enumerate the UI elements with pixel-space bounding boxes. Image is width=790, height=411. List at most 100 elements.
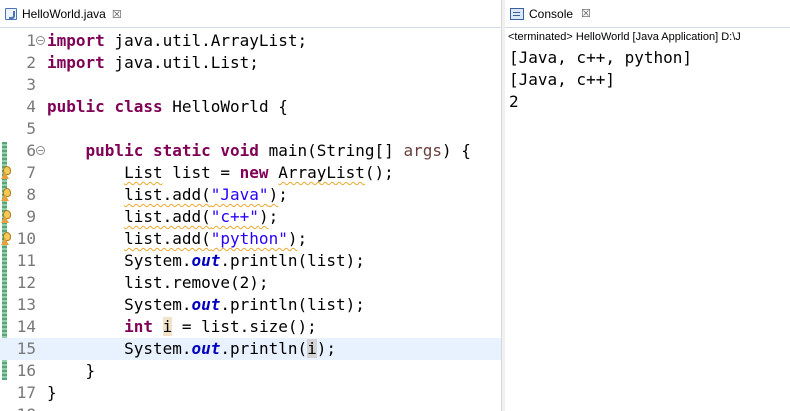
code-token: "Java"	[210, 185, 269, 204]
code-text: import java.util.List;	[47, 52, 259, 74]
console-status: <terminated> HelloWorld [Java Applicatio…	[508, 31, 741, 43]
console-pane: Console ☒ <terminated> HelloWorld [Java …	[505, 0, 790, 411]
code-line[interactable]: 14 int i = list.size();	[0, 316, 501, 338]
line-number: 11	[16, 251, 36, 270]
code-text: list.remove(2);	[47, 272, 269, 294]
console-output-line: [Java, c++]	[509, 70, 615, 89]
code-line[interactable]: 17}	[0, 382, 501, 404]
code-text: System.out.println(list);	[47, 250, 365, 272]
close-console-icon[interactable]: ☒	[581, 7, 591, 20]
tab-console[interactable]: Console ☒	[505, 0, 790, 28]
console-output-line: [Java, c++, python]	[509, 48, 693, 67]
code-token: i	[162, 317, 173, 336]
code-text: import java.util.ArrayList;	[47, 30, 307, 52]
code-token: ;	[268, 207, 279, 226]
code-token: }	[47, 361, 96, 380]
code-line[interactable]: 6− public static void main(String[] args…	[0, 140, 501, 162]
code-text: System.out.println(i);	[47, 338, 336, 360]
fold-toggle-icon[interactable]: −	[36, 36, 45, 45]
code-token: "c++"	[210, 207, 259, 226]
console-tab-title: Console	[529, 6, 574, 21]
code-token: }	[47, 383, 57, 402]
code-line[interactable]: 4 public class HelloWorld {	[0, 96, 501, 118]
code-line[interactable]: 7 List list = new ArrayList();	[0, 162, 501, 184]
code-line[interactable]: 11 System.out.println(list);	[0, 250, 501, 272]
code-token: void	[220, 141, 259, 160]
code-token: class	[114, 97, 163, 116]
code-token: java.util.ArrayList;	[104, 31, 308, 50]
code-token: ;	[297, 229, 308, 248]
code-text: list.add("Java");	[47, 184, 288, 206]
line-number: 3	[26, 75, 36, 94]
line-number: 17	[16, 383, 36, 402]
code-line[interactable]: 12 list.remove(2);	[0, 272, 501, 294]
code-line[interactable]: 8 list.add("Java");	[0, 184, 501, 206]
code-token: ) {	[441, 141, 471, 160]
code-text: public class HelloWorld {	[47, 96, 288, 118]
code-text: list.add("c++");	[47, 206, 278, 228]
tab-title: HelloWorld.java	[22, 7, 106, 21]
code-line[interactable]: 9 list.add("c++");	[0, 206, 501, 228]
code-token: out	[191, 339, 221, 358]
fold-toggle-icon[interactable]: −	[36, 146, 45, 155]
code-line[interactable]: 10 list.add("python");	[0, 228, 501, 250]
code-token: "python"	[210, 229, 288, 248]
tab-helloworld-java[interactable]: HelloWorld.java ☒	[0, 0, 128, 28]
code-token: HelloWorld {	[162, 97, 288, 116]
code-line[interactable]: 1− import java.util.ArrayList;	[0, 30, 501, 52]
code-token: java.util.List;	[104, 53, 259, 72]
code-token: int	[124, 317, 153, 336]
code-token: System.	[47, 339, 192, 358]
code-token: ();	[364, 163, 394, 182]
code-token: .println(list);	[220, 295, 365, 314]
code-token: ArrayList	[278, 163, 365, 182]
console-output[interactable]: [Java, c++, python] [Java, c++] 2	[509, 47, 692, 113]
line-number: 7	[26, 163, 36, 182]
line-number: 1	[26, 31, 36, 50]
code-token: )	[258, 207, 269, 226]
code-token: new	[239, 163, 269, 182]
code-line[interactable]: 2 import java.util.List;	[0, 52, 501, 74]
code-text: }	[47, 360, 96, 382]
code-token: System.	[47, 295, 192, 314]
line-number: 18	[10, 404, 36, 411]
close-tab-icon[interactable]: ☒	[112, 8, 122, 21]
editor-pane: HelloWorld.java ☒ 1− import java.util.Arr…	[0, 0, 501, 411]
code-token: .println(list);	[220, 251, 365, 270]
code-token: out	[191, 251, 221, 270]
java-file-icon	[4, 7, 18, 21]
code-text: public static void main(String[] args) {	[47, 140, 471, 162]
code-line[interactable]: 5	[0, 118, 501, 140]
code-token: System.	[47, 251, 192, 270]
code-text: }	[47, 382, 57, 404]
editor-tab-bar: HelloWorld.java ☒	[0, 0, 501, 28]
code-line[interactable]: 16 }	[0, 360, 501, 382]
code-token: list =	[162, 163, 240, 182]
line-number: 6	[26, 141, 36, 160]
code-token: ;	[278, 185, 288, 204]
line-number: 5	[26, 119, 36, 138]
code-token: static	[152, 141, 211, 160]
code-token: List	[124, 163, 163, 182]
line-number: 10	[16, 229, 36, 248]
line-number: 12	[16, 273, 36, 292]
code-line[interactable]: 15 System.out.println(i);	[0, 338, 501, 360]
line-number: 4	[26, 97, 36, 116]
code-token: list.remove(2);	[47, 273, 269, 292]
code-token: i	[307, 339, 317, 358]
code-token: public	[85, 141, 144, 160]
code-line[interactable]: 18	[0, 404, 501, 411]
code-line[interactable]: 3	[0, 74, 501, 96]
line-number: 16	[16, 361, 36, 380]
code-line[interactable]: 13 System.out.println(list);	[0, 294, 501, 316]
line-number: 13	[16, 295, 36, 314]
code-token: list.add(	[124, 207, 211, 226]
code-token: = list.size();	[172, 317, 317, 336]
